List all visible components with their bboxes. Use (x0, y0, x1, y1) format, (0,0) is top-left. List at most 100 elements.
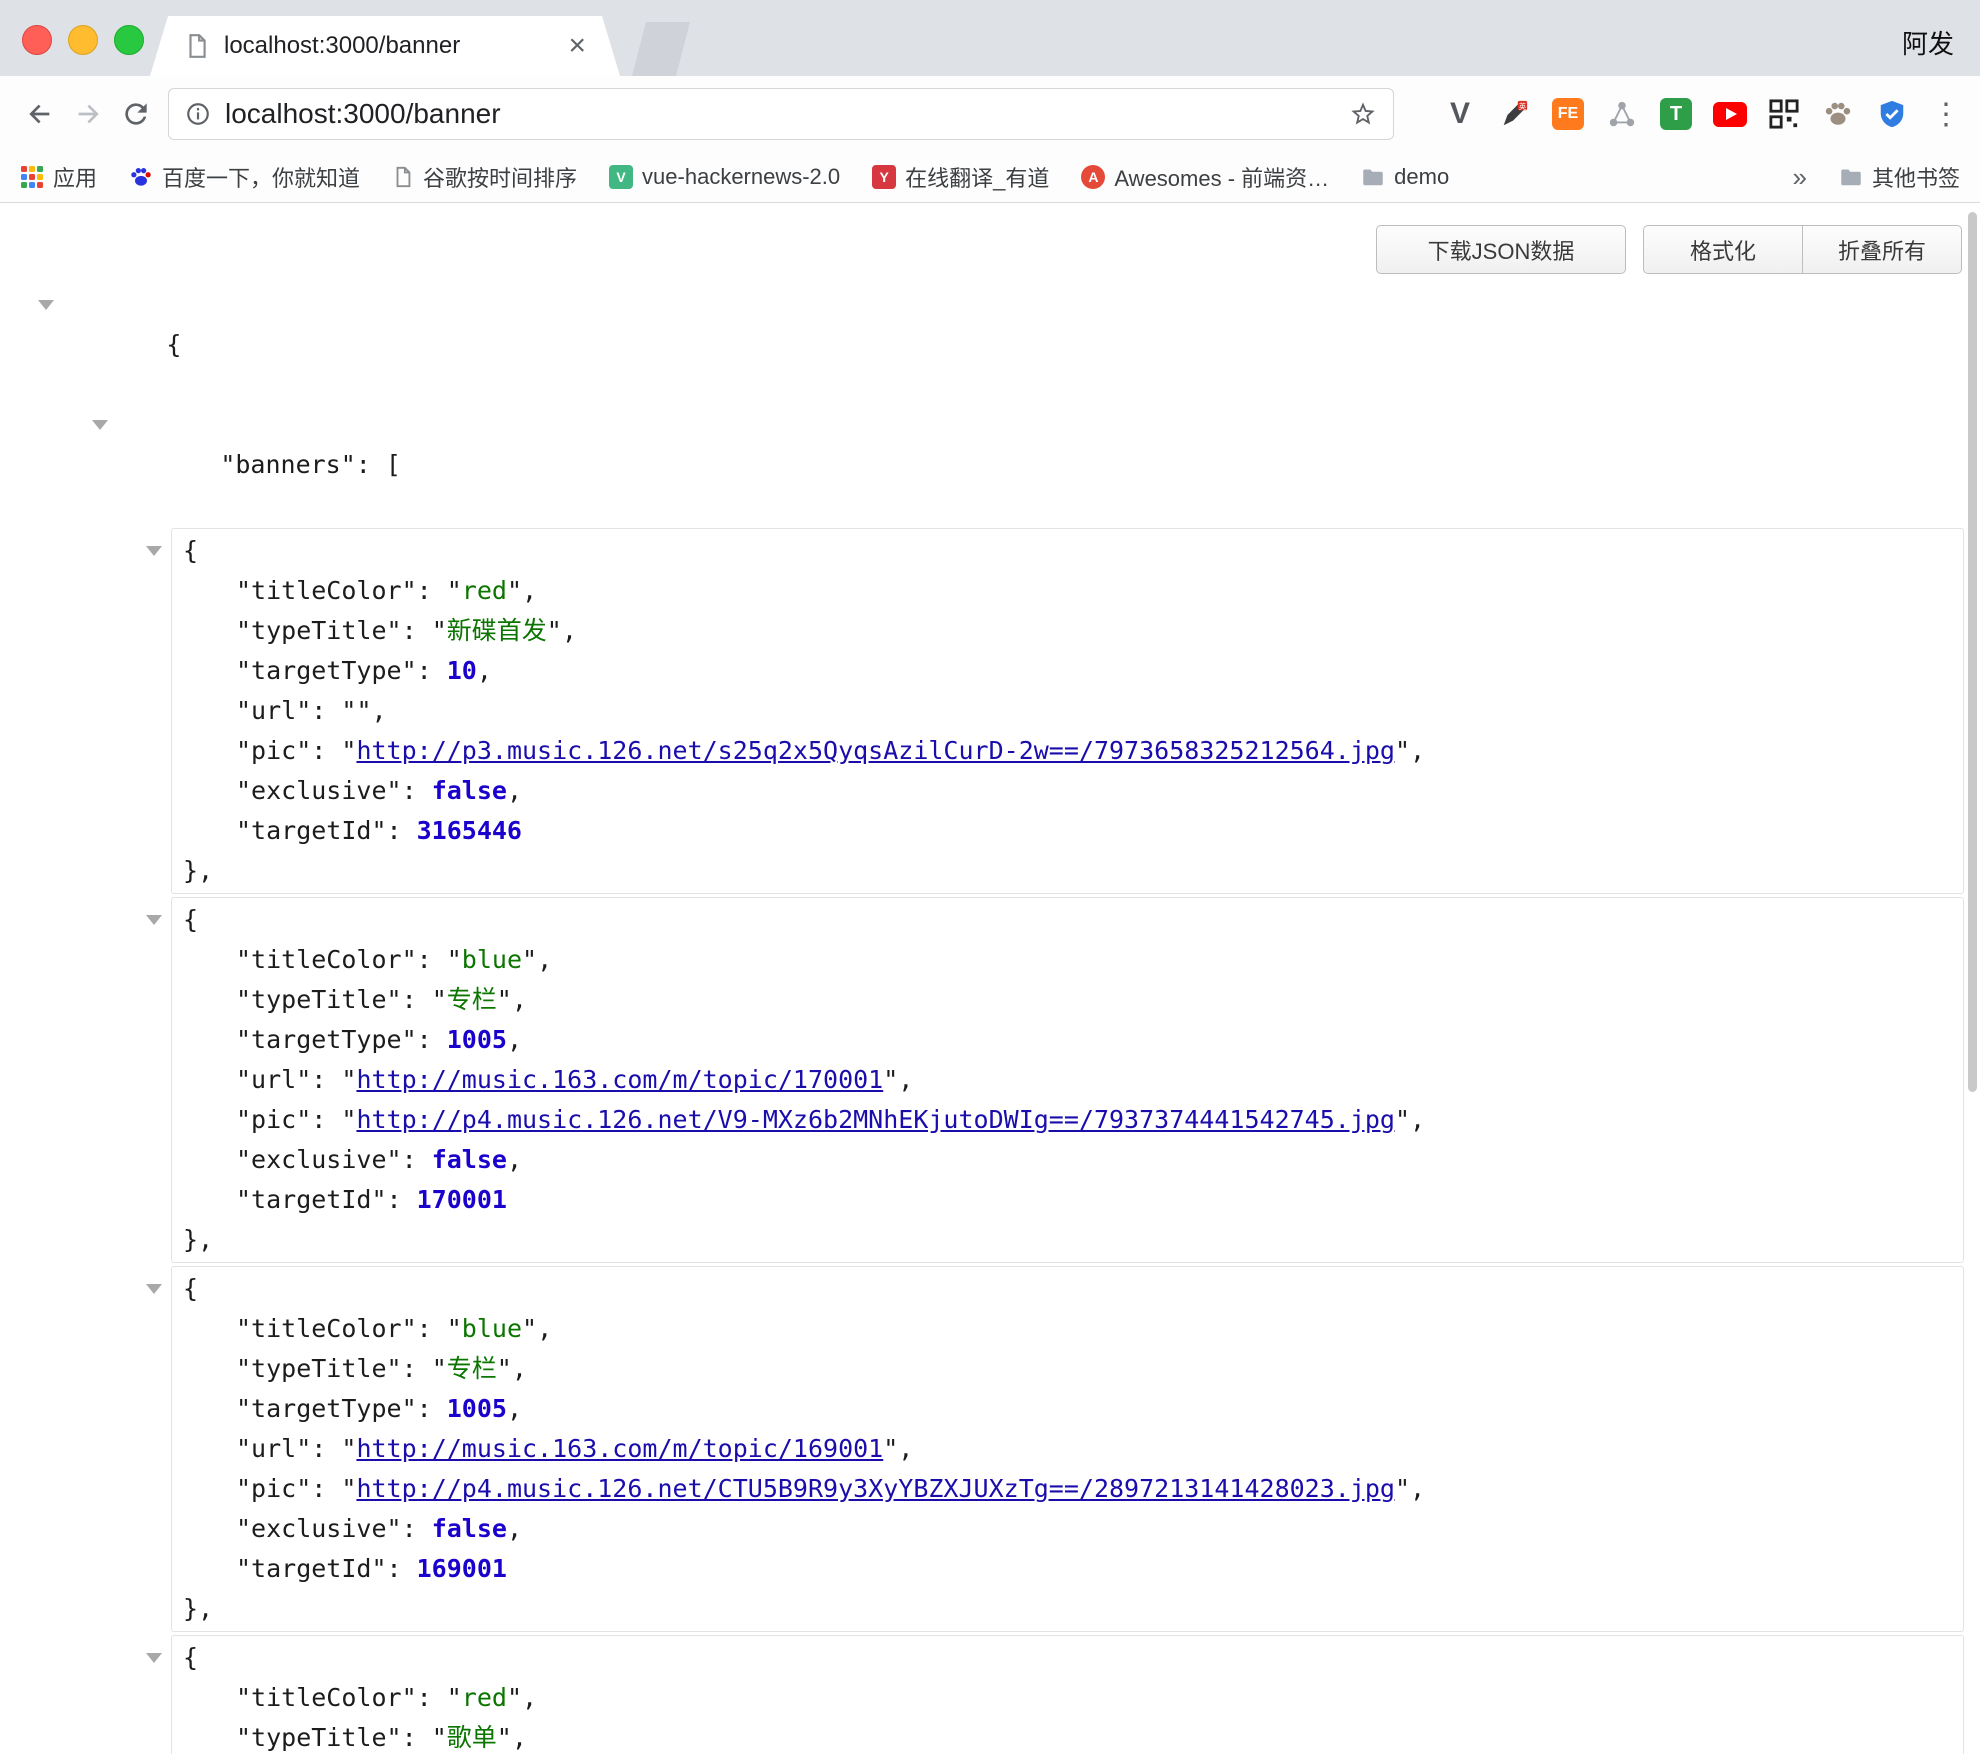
json-field-line: "url": "", (172, 691, 1963, 731)
bookmark-label: 在线翻译_有道 (905, 161, 1049, 193)
dictionary-extension-icon[interactable]: 英 (1496, 96, 1532, 132)
json-object-open-line: { (172, 1638, 1963, 1678)
awesomes-icon: A (1081, 165, 1105, 189)
security-shield-extension-icon[interactable] (1874, 96, 1910, 132)
window-zoom-button[interactable] (114, 25, 144, 55)
json-url-link[interactable]: http://p4.music.126.net/V9-MXz6b2MNhEKju… (356, 1105, 1395, 1134)
bookmark-label: demo (1394, 164, 1449, 190)
paw-icon (1823, 99, 1853, 129)
page-info-icon[interactable] (185, 101, 211, 127)
paw-extension-icon[interactable] (1820, 96, 1856, 132)
download-json-button[interactable]: 下载JSON数据 (1376, 225, 1626, 274)
collapse-toggle-icon[interactable] (146, 915, 162, 925)
network-extension-icon[interactable] (1604, 96, 1640, 132)
folder-icon (1839, 165, 1863, 189)
json-array-items: {"titleColor": "red","typeTitle": "新碟首发"… (0, 528, 1980, 1754)
fehelper-extension-icon[interactable]: FE (1552, 98, 1584, 130)
shield-t-extension-icon[interactable]: T (1660, 98, 1692, 130)
json-object-block: {"titleColor": "red","typeTitle": "歌单","… (171, 1635, 1964, 1754)
json-field-line: "targetType": 10, (172, 651, 1963, 691)
json-root-open-line: { (0, 285, 1980, 405)
bookmark-vue-hackernews[interactable]: V vue-hackernews-2.0 (609, 164, 840, 190)
other-bookmarks-label: 其他书签 (1872, 161, 1960, 193)
other-bookmarks-folder[interactable]: 其他书签 (1839, 161, 1960, 193)
tab-close-icon[interactable]: × (568, 31, 586, 61)
bookmark-google-sort[interactable]: 谷歌按时间排序 (392, 161, 577, 193)
bookmark-label: 应用 (53, 161, 97, 193)
json-object-block: {"titleColor": "blue","typeTitle": "专栏",… (171, 897, 1964, 1263)
folder-icon (1361, 165, 1385, 189)
vimium-extension-icon[interactable]: V (1442, 96, 1478, 132)
json-object-block: {"titleColor": "red","typeTitle": "新碟首发"… (171, 528, 1964, 894)
json-field-line: "exclusive": false, (172, 771, 1963, 811)
reload-button[interactable] (112, 90, 160, 138)
json-field-line: "typeTitle": "歌单", (172, 1718, 1963, 1754)
json-url-link[interactable]: http://p4.music.126.net/CTU5B9R9y3XyYBZX… (356, 1474, 1395, 1503)
collapse-toggle-icon[interactable] (146, 1653, 162, 1663)
collapse-toggle-icon[interactable] (92, 420, 108, 430)
bookmark-label: Awesomes - 前端资… (1114, 161, 1329, 193)
tab-title: localhost:3000/banner (224, 32, 568, 60)
json-field-line: "url": "http://music.163.com/m/topic/169… (172, 1429, 1963, 1469)
browser-tab[interactable]: localhost:3000/banner × (150, 16, 620, 76)
json-page-toolbar: 下载JSON数据 格式化 折叠所有 (0, 225, 1980, 275)
back-button[interactable] (16, 90, 64, 138)
json-field-line: "exclusive": false, (172, 1140, 1963, 1180)
window-minimize-button[interactable] (68, 25, 98, 55)
vertical-scrollbar[interactable] (1968, 212, 1977, 1092)
json-field-line: "targetId": 3165446 (172, 811, 1963, 851)
bookmarks-overflow-chevron[interactable]: » (1793, 162, 1807, 193)
json-url-link[interactable]: http://p3.music.126.net/s25q2x5QyqsAzilC… (356, 736, 1395, 765)
json-field-line: "titleColor": "red", (172, 571, 1963, 611)
json-object-close-line: }, (172, 851, 1963, 891)
collapse-all-button[interactable]: 折叠所有 (1802, 225, 1962, 274)
profile-name[interactable]: 阿发 (1902, 24, 1954, 61)
address-bar[interactable]: localhost:3000/banner (168, 88, 1394, 140)
bookmark-label: 谷歌按时间排序 (423, 161, 577, 193)
collapse-toggle-icon[interactable] (38, 300, 54, 310)
qrcode-extension-icon[interactable] (1766, 96, 1802, 132)
browser-menu-icon[interactable]: ⋮ (1928, 96, 1964, 132)
browser-toolbar: localhost:3000/banner V 英 FE T (0, 76, 1980, 152)
json-field-line: "targetId": 169001 (172, 1549, 1963, 1589)
json-field-line: "pic": "http://p4.music.126.net/CTU5B9R9… (172, 1469, 1963, 1509)
json-viewer: { "banners": [ {"titleColor": "red","typ… (0, 285, 1980, 1754)
json-field-line: "titleColor": "blue", (172, 1309, 1963, 1349)
bookmark-label: vue-hackernews-2.0 (642, 164, 840, 190)
bookmark-star-icon[interactable] (1349, 100, 1377, 128)
json-field-line: "targetId": 170001 (172, 1180, 1963, 1220)
json-field-line: "pic": "http://p4.music.126.net/V9-MXz6b… (172, 1100, 1963, 1140)
youtube-extension-icon[interactable] (1713, 102, 1747, 127)
bookmark-youdao[interactable]: Y 在线翻译_有道 (872, 161, 1049, 193)
json-field-line: "pic": "http://p3.music.126.net/s25q2x5Q… (172, 731, 1963, 771)
forward-icon (72, 98, 104, 130)
bookmark-apps[interactable]: 应用 (20, 161, 97, 193)
bookmark-awesomes[interactable]: A Awesomes - 前端资… (1081, 161, 1329, 193)
collapse-toggle-icon[interactable] (146, 1284, 162, 1294)
back-icon (24, 98, 56, 130)
json-field-line: "targetType": 1005, (172, 1389, 1963, 1429)
forward-button[interactable] (64, 90, 112, 138)
window-close-button[interactable] (22, 25, 52, 55)
youdao-icon: Y (872, 165, 896, 189)
extensions-row: V 英 FE T (1394, 96, 1964, 132)
bookmarks-bar: 应用 百度一下，你就知道 谷歌按时间排序 V vue-hackernews-2.… (0, 152, 1980, 203)
json-field-line: "titleColor": "red", (172, 1678, 1963, 1718)
page-icon (392, 166, 414, 188)
json-field-line: "targetType": 1005, (172, 1020, 1963, 1060)
url-text: localhost:3000/banner (225, 98, 1349, 130)
bookmark-baidu[interactable]: 百度一下，你就知道 (129, 161, 360, 193)
json-banners-key-line: "banners": [ (0, 405, 1980, 525)
new-tab-button[interactable] (632, 22, 690, 76)
json-field-line: "typeTitle": "专栏", (172, 1349, 1963, 1389)
qr-code-icon (1769, 99, 1799, 129)
json-object-close-line: }, (172, 1589, 1963, 1629)
json-url-link[interactable]: http://music.163.com/m/topic/170001 (356, 1065, 883, 1094)
vue-icon: V (609, 165, 633, 189)
json-url-link[interactable]: http://music.163.com/m/topic/169001 (356, 1434, 883, 1463)
json-field-line: "typeTitle": "新碟首发", (172, 611, 1963, 651)
collapse-toggle-icon[interactable] (146, 546, 162, 556)
shield-check-icon (1877, 99, 1907, 129)
bookmark-demo-folder[interactable]: demo (1361, 164, 1449, 190)
format-button[interactable]: 格式化 (1643, 225, 1803, 274)
